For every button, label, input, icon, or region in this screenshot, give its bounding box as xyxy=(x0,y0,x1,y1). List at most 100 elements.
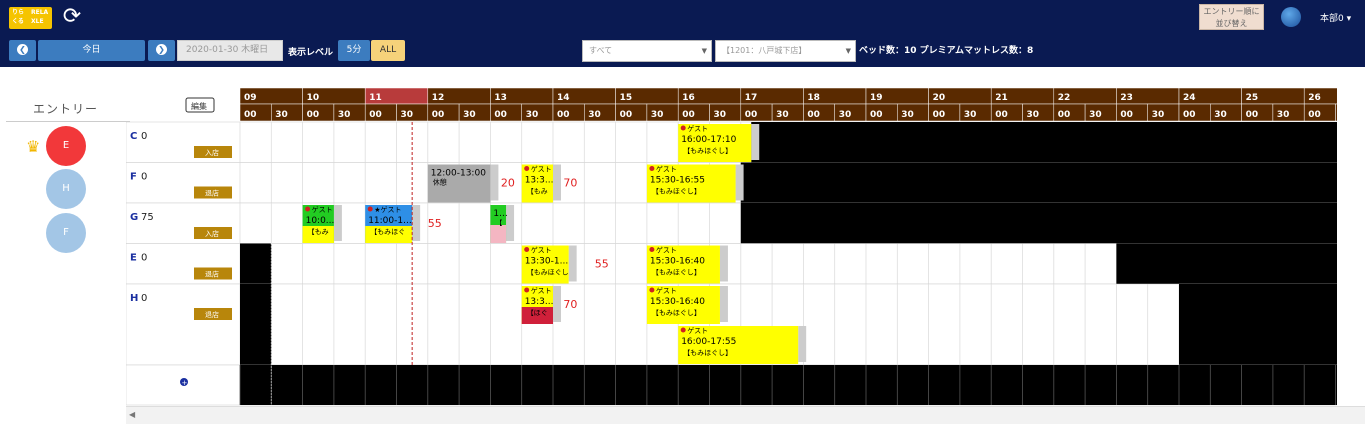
blocked-time xyxy=(240,243,272,284)
entry-order-sort-button[interactable]: エントリー順に 並び替え xyxy=(1199,4,1264,30)
minute-label: 30 xyxy=(338,110,351,120)
booking-block[interactable]: 1...【 xyxy=(490,205,515,243)
guest-icon xyxy=(649,166,655,171)
guest-label: ゲスト xyxy=(656,246,677,255)
refresh-icon[interactable]: ⟳ xyxy=(60,5,84,29)
booking-course: 【もみほぐし】 xyxy=(652,269,701,277)
booking-time: 16:00-17:10 xyxy=(681,135,736,145)
entry-avatar-h[interactable]: H xyxy=(46,169,86,209)
booking-shadow xyxy=(735,164,744,201)
minute-label: 00 xyxy=(557,110,570,120)
booking-time: 10:0... xyxy=(306,216,335,226)
guest-icon xyxy=(524,166,530,171)
minute-label: 00 xyxy=(682,110,695,120)
booking-course: 【もみほぐし】 xyxy=(683,147,732,155)
booking-block[interactable]: 12:00-13:00休憩 xyxy=(427,164,499,203)
booking-shadow xyxy=(333,205,342,241)
hour-label: 14 xyxy=(557,93,570,103)
hour-label: 17 xyxy=(745,93,758,103)
minute-label: 00 xyxy=(870,110,883,120)
minute-label: 00 xyxy=(1058,110,1071,120)
minute-label: 00 xyxy=(933,110,946,120)
guest-icon xyxy=(367,206,373,212)
guest-icon xyxy=(649,247,655,252)
app-logo[interactable]: りら くる RELA XLE xyxy=(9,7,52,29)
store-select[interactable]: 【1201：八戸城下店】 ▼ xyxy=(715,40,856,62)
gap-minutes-label: 20 xyxy=(501,177,515,190)
booking-block[interactable]: ゲスト 13:30-1... 【もみほぐし xyxy=(521,245,577,284)
gap-minutes-label: 70 xyxy=(563,177,577,190)
schedule-grid-svg: 0900 301000 301100 301200 301300 301400 301500… xyxy=(125,87,1365,406)
booking-time: 1... xyxy=(493,209,507,219)
minute-label: 00 xyxy=(1120,110,1133,120)
booking-block[interactable]: ゲスト 13:3... 【ほぐ xyxy=(521,286,561,324)
entry-avatar-f[interactable]: F xyxy=(46,213,86,253)
staff-score: 0 xyxy=(141,131,147,142)
booking-time: 13:3... xyxy=(525,176,554,186)
booking-course: 【もみほぐし】 xyxy=(652,188,701,196)
minute-label: 30 xyxy=(463,110,476,120)
hour-label: 15 xyxy=(620,93,633,103)
hour-label: 24 xyxy=(1183,93,1196,103)
today-button[interactable]: 今日 xyxy=(38,40,145,61)
minute-label: 00 xyxy=(1183,110,1196,120)
gap-minutes-label: 55 xyxy=(428,217,442,230)
booking-lower xyxy=(490,225,507,243)
hour-label: 16 xyxy=(682,93,695,103)
blocked-time xyxy=(751,122,1365,163)
entry-panel-title: エントリー xyxy=(33,102,99,116)
staff-status-label: 入店 xyxy=(205,229,219,238)
booking-shadow xyxy=(553,286,561,322)
staff-name: H xyxy=(130,293,138,304)
booking-shadow xyxy=(490,164,499,201)
booking-shadow xyxy=(719,245,728,282)
staff-name: E xyxy=(130,253,137,264)
minute-label: 30 xyxy=(1027,110,1040,120)
chevron-right-icon: ❯ xyxy=(156,44,167,55)
user-menu-dropdown[interactable]: 本部0 ▾ xyxy=(1320,11,1351,24)
entry-avatar-e[interactable]: E xyxy=(46,126,86,166)
hour-label: 09 xyxy=(244,93,257,103)
booking-block[interactable]: ゲスト 13:3... 【もみ xyxy=(521,164,561,203)
staff-name: F xyxy=(130,172,137,183)
booking-course: 【もみ xyxy=(527,188,548,196)
booking-time: 12:00-13:00 xyxy=(431,169,486,179)
staff-filter-select[interactable]: すべて ▼ xyxy=(582,40,712,62)
booking-shadow xyxy=(719,286,728,322)
booking-course: 【もみほぐ xyxy=(370,228,405,236)
guest-icon xyxy=(680,125,686,131)
gap-minutes-label: 70 xyxy=(563,298,577,311)
date-field[interactable]: 2020-01-30 木曜日 xyxy=(177,40,283,61)
minute-label: 30 xyxy=(1089,110,1102,120)
booking-course: 【もみほぐし xyxy=(527,269,569,277)
globe-icon[interactable] xyxy=(1281,7,1301,27)
blocked-time xyxy=(740,203,1365,244)
booking-block[interactable]: ゲスト 16:00-17:10 【もみほぐし】 xyxy=(678,124,760,162)
guest-icon xyxy=(524,287,530,293)
guest-label: ゲスト xyxy=(656,165,677,174)
guest-label: ゲスト xyxy=(531,165,552,174)
top-navbar: りら くる RELA XLE ⟳ エントリー順に 並び替え 本部0 ▾ xyxy=(0,0,1365,35)
level-all-button[interactable]: ALL xyxy=(371,40,405,61)
next-day-button[interactable]: ❯ xyxy=(148,40,175,61)
horizontal-scrollbar[interactable]: ◀ xyxy=(126,406,1365,424)
booking-block[interactable]: ゲスト 15:30-16:40 【もみほぐし】 xyxy=(646,286,728,324)
booking-block[interactable]: ゲスト 16:00-17:55 【もみほぐし】 xyxy=(678,326,807,364)
booking-time: 15:30-16:40 xyxy=(650,257,705,267)
staff-status-label: 入店 xyxy=(205,148,219,157)
booking-shadow xyxy=(553,164,561,201)
hour-label: 22 xyxy=(1058,93,1071,103)
caret-down-icon: ▼ xyxy=(701,47,707,55)
display-level-label: 表示レベル xyxy=(288,48,334,58)
minute-label: 00 xyxy=(807,110,820,120)
guest-icon xyxy=(524,247,530,252)
booking-block[interactable]: ゲスト 10:0... 【もみ xyxy=(302,205,342,243)
guest-label: ゲスト xyxy=(687,124,708,133)
minute-label: 30 xyxy=(1277,110,1290,120)
level-5min-button[interactable]: 5分 xyxy=(338,40,370,61)
booking-block[interactable]: ゲスト 15:30-16:40 【もみほぐし】 xyxy=(646,245,728,284)
guest-icon xyxy=(649,287,655,293)
blocked-time xyxy=(1116,243,1365,284)
prev-day-button[interactable]: ❮ xyxy=(9,40,36,61)
booking-block[interactable]: ゲスト 15:30-16:55 【もみほぐし】 xyxy=(646,164,744,203)
